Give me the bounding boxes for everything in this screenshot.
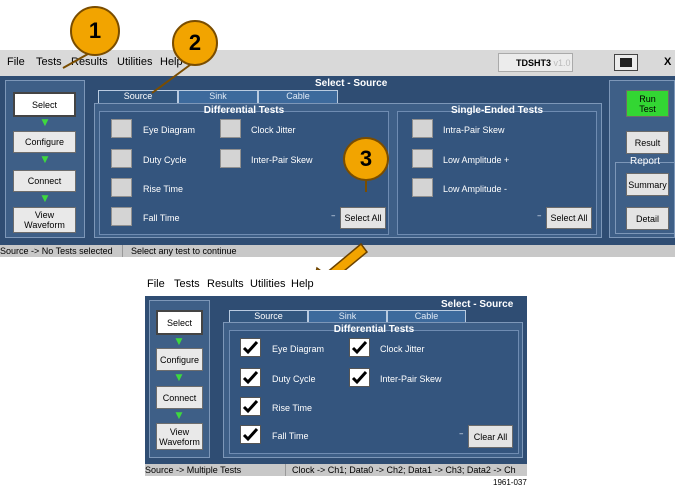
differential-tests-title: Differential Tests: [333, 324, 415, 335]
status-left: Source -> Multiple Tests: [145, 465, 242, 475]
page-title: Select - Source: [441, 299, 514, 310]
callout-2: 2: [172, 20, 218, 66]
bottom-screenshot: File Tests Results Utilities Help Select…: [145, 270, 527, 476]
rise-time-label: Rise Time: [272, 403, 313, 413]
callout-3: 3: [343, 137, 389, 181]
inter-pair-skew-label: Inter-Pair Skew: [380, 374, 442, 384]
bottom-menubar: File Tests Results Utilities Help: [145, 270, 527, 296]
menu-results[interactable]: Results: [207, 278, 244, 290]
tab-cable[interactable]: Cable: [387, 310, 466, 322]
checkmark-icon: [351, 340, 368, 355]
figure-id: 1961-037: [493, 478, 527, 487]
fall-time-label: Fall Time: [272, 431, 309, 441]
down-arrow-icon: ▼: [175, 373, 183, 383]
eye-diagram-checkbox[interactable]: [240, 338, 261, 357]
fall-time-checkbox[interactable]: [240, 425, 261, 444]
menu-help[interactable]: Help: [291, 278, 314, 290]
bottom-main: Select ▼ Configure ▼ Connect ▼ View Wave…: [145, 296, 527, 464]
clock-jitter-label: Clock Jitter: [380, 344, 425, 354]
nav-view-waveform-button[interactable]: View Waveform: [156, 423, 203, 450]
eye-diagram-label: Eye Diagram: [272, 344, 325, 354]
nav-connect-button[interactable]: Connect: [156, 386, 203, 409]
duty-cycle-label: Duty Cycle: [272, 374, 316, 384]
checkmark-icon: [242, 427, 259, 442]
checkmark-icon: [242, 340, 259, 355]
menu-utilities[interactable]: Utilities: [250, 278, 285, 290]
tab-source[interactable]: Source: [229, 310, 308, 322]
clock-jitter-checkbox[interactable]: [349, 338, 370, 357]
dash-separator: –: [459, 429, 464, 439]
menu-tests[interactable]: Tests: [174, 278, 200, 290]
checkmark-icon: [351, 370, 368, 385]
rise-time-checkbox[interactable]: [240, 397, 261, 416]
inter-pair-skew-checkbox[interactable]: [349, 368, 370, 387]
bottom-status-bar: Source -> Multiple Tests Clock -> Ch1; D…: [145, 464, 527, 476]
down-arrow-icon: ▼: [175, 337, 183, 347]
down-arrow-icon: ▼: [175, 411, 183, 421]
callout-1: 1: [70, 6, 120, 56]
clear-all-button[interactable]: Clear All: [468, 425, 513, 448]
status-right: Clock -> Ch1; Data0 -> Ch2; Data1 -> Ch3…: [285, 464, 516, 476]
nav-configure-button[interactable]: Configure: [156, 348, 203, 371]
checkmark-icon: [242, 399, 259, 414]
duty-cycle-checkbox[interactable]: [240, 368, 261, 387]
nav-select-button[interactable]: Select: [156, 310, 203, 335]
tab-sink[interactable]: Sink: [308, 310, 387, 322]
checkmark-icon: [242, 370, 259, 385]
menu-file[interactable]: File: [147, 278, 165, 290]
